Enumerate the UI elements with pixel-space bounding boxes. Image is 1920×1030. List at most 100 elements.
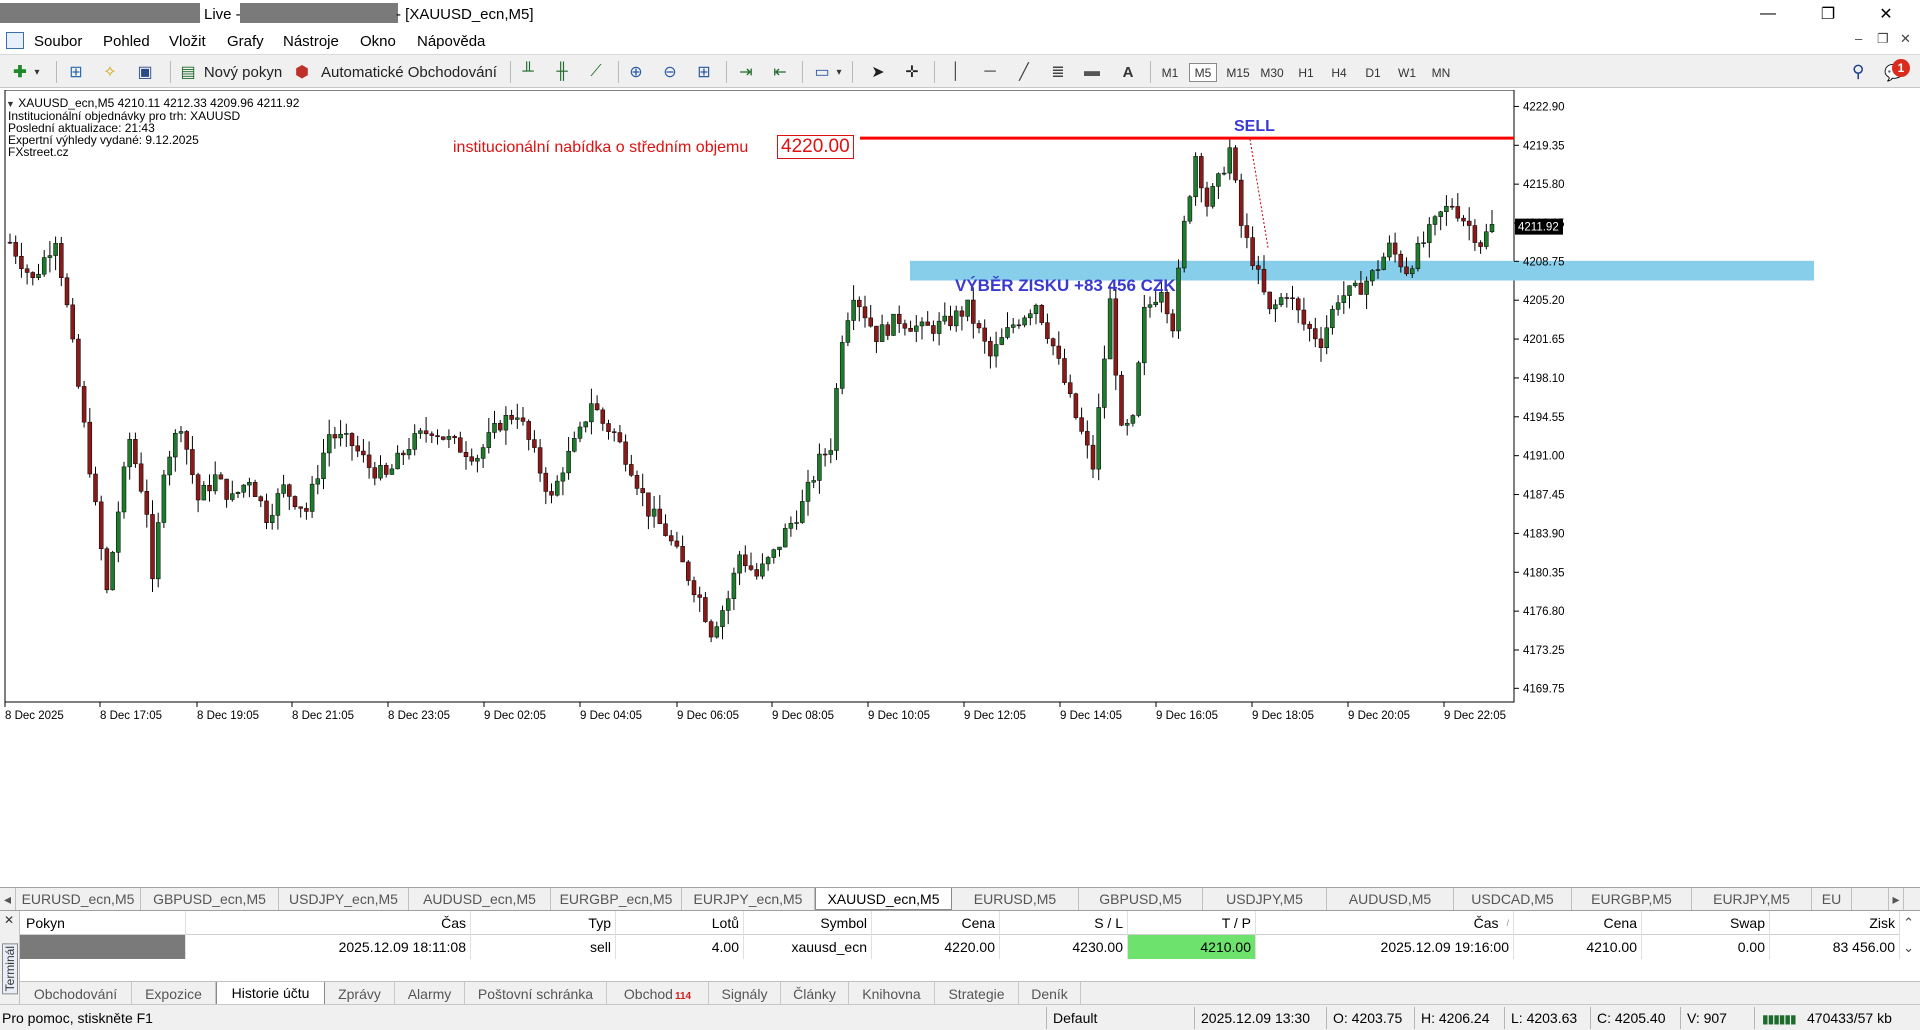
auto-trading-icon[interactable]: ⬢ bbox=[292, 62, 312, 82]
col-close-time[interactable]: Čas / bbox=[1256, 911, 1514, 935]
terminal-tab-10[interactable]: Strategie bbox=[935, 982, 1019, 1005]
zoom-out-icon[interactable]: ⊖ bbox=[660, 62, 680, 82]
offer-price-box[interactable]: 4220.00 bbox=[777, 135, 854, 159]
chart-tab-usdjpy-m5[interactable]: USDJPY,M5 bbox=[1203, 888, 1327, 910]
col-close-price[interactable]: Cena bbox=[1514, 911, 1642, 935]
chart-tab-eurgbp-ecn-m5[interactable]: EURGBP_ecn,M5 bbox=[551, 888, 682, 910]
terminal-tab-11[interactable]: Deník bbox=[1019, 982, 1081, 1005]
menu-vlozit[interactable]: Vložit bbox=[169, 33, 206, 50]
col-tp[interactable]: T / P bbox=[1128, 911, 1256, 935]
crosshair-icon[interactable]: ✛ bbox=[902, 62, 922, 82]
bar-chart-icon[interactable]: ╨ bbox=[518, 62, 538, 82]
chart-tab-audusd-m5[interactable]: AUDUSD,M5 bbox=[1327, 888, 1454, 910]
dropdown-arrow-icon[interactable]: ▾ bbox=[32, 62, 42, 82]
terminal-tab-7[interactable]: Signály bbox=[709, 982, 781, 1005]
timeframe-h4[interactable]: H4 bbox=[1325, 63, 1353, 82]
chart-close-button[interactable]: ✕ bbox=[1900, 31, 1911, 47]
navigator-icon[interactable]: ▣ bbox=[135, 62, 155, 82]
chart-tab-eurjpy-ecn-m5[interactable]: EURJPY_ecn,M5 bbox=[682, 888, 815, 910]
text-tool-icon[interactable]: A bbox=[1118, 60, 1138, 84]
window-maximize-button[interactable]: ❐ bbox=[1805, 0, 1851, 28]
menu-pohled[interactable]: Pohled bbox=[103, 33, 150, 50]
timeframe-m1[interactable]: M1 bbox=[1156, 63, 1184, 82]
chart-tab-usdcad-m5[interactable]: USDCAD,M5 bbox=[1454, 888, 1572, 910]
terminal-tab-3[interactable]: Zprávy bbox=[325, 982, 395, 1005]
chart-tab-eurusd-ecn-m5[interactable]: EURUSD_ecn,M5 bbox=[16, 888, 141, 910]
timeframe-mn[interactable]: MN bbox=[1426, 63, 1456, 82]
search-icon[interactable]: ⚲ bbox=[1852, 62, 1864, 82]
chart-tab-gbpusd-m5[interactable]: GBPUSD,M5 bbox=[1079, 888, 1203, 910]
col-symbol[interactable]: Symbol bbox=[744, 911, 872, 935]
rectangle-icon[interactable]: ▬ bbox=[1082, 62, 1102, 82]
menu-nastroje[interactable]: Nástroje bbox=[283, 33, 339, 50]
chart-tab-eu[interactable]: EU bbox=[1812, 888, 1852, 910]
col-swap[interactable]: Swap bbox=[1642, 911, 1770, 935]
favorites-star-icon[interactable]: ✧ bbox=[100, 62, 120, 82]
timeframe-m5[interactable]: M5 bbox=[1189, 63, 1217, 82]
col-pokyn[interactable]: Pokyn bbox=[20, 911, 186, 935]
chart-shift-icon[interactable]: ⇤ bbox=[770, 62, 790, 82]
chart-minimize-button[interactable]: – bbox=[1855, 31, 1862, 46]
col-cas[interactable]: Čas bbox=[186, 911, 471, 935]
terminal-tab-1[interactable]: Expozice bbox=[132, 982, 216, 1005]
cursor-icon[interactable]: ➤ bbox=[868, 62, 888, 82]
auto-scroll-icon[interactable]: ⇥ bbox=[736, 62, 756, 82]
terminal-tab-2[interactable]: Historie účtu bbox=[216, 982, 325, 1005]
chart-window[interactable]: 4222.904219.354215.804212.254208.754205.… bbox=[0, 90, 1920, 887]
chart-tab-gbpusd-ecn-m5[interactable]: GBPUSD_ecn,M5 bbox=[141, 888, 279, 910]
new-order-button[interactable]: Nový pokyn bbox=[202, 60, 284, 84]
terminal-tab-4[interactable]: Alarmy bbox=[395, 982, 465, 1005]
col-sl[interactable]: S / L bbox=[1000, 911, 1128, 935]
col-cena[interactable]: Cena bbox=[872, 911, 1000, 935]
window-close-button[interactable]: ✕ bbox=[1863, 0, 1909, 28]
price-chart[interactable]: 4222.904219.354215.804212.254208.754205.… bbox=[0, 90, 1920, 887]
terminal-tab-8[interactable]: Články bbox=[781, 982, 849, 1005]
terminal-close-icon[interactable]: ✕ bbox=[4, 913, 14, 927]
zoom-in-icon[interactable]: ⊕ bbox=[626, 62, 646, 82]
chart-tab-eurusd-m5[interactable]: EURUSD,M5 bbox=[952, 888, 1079, 910]
table-row[interactable]: 2025.12.09 18:11:08 sell 4.00 xauusd_ecn… bbox=[20, 935, 1900, 959]
menu-napoveda[interactable]: Nápověda bbox=[417, 33, 485, 50]
channel-icon[interactable]: ≣ bbox=[1048, 62, 1068, 82]
auto-trading-button[interactable]: Automatické Obchodování bbox=[316, 60, 502, 84]
new-order-icon[interactable]: ▤ bbox=[178, 62, 198, 82]
timeframe-d1[interactable]: D1 bbox=[1359, 63, 1387, 82]
chart-tab-xauusd-ecn-m5[interactable]: XAUUSD_ecn,M5 bbox=[815, 888, 952, 910]
menu-okno[interactable]: Okno bbox=[360, 33, 396, 50]
terminal-tab-5[interactable]: Poštovní schránka bbox=[465, 982, 607, 1005]
terminal-tab-0[interactable]: Obchodování bbox=[20, 982, 132, 1005]
trendline-icon[interactable]: ╱ bbox=[1014, 62, 1034, 82]
terminal-tab-9[interactable]: Knihovna bbox=[849, 982, 935, 1005]
col-typ[interactable]: Typ bbox=[471, 911, 616, 935]
candlestick-icon[interactable]: ╫ bbox=[552, 62, 572, 82]
timeframe-w1[interactable]: W1 bbox=[1393, 63, 1421, 82]
chart-tab-usdjpy-ecn-m5[interactable]: USDJPY_ecn,M5 bbox=[279, 888, 409, 910]
horizontal-line-icon[interactable]: ─ bbox=[980, 62, 1000, 82]
chart-tab-eurgbp-m5[interactable]: EURGBP,M5 bbox=[1572, 888, 1692, 910]
notifications-icon[interactable]: 💬 1 bbox=[1884, 59, 1910, 83]
app-icon[interactable] bbox=[6, 32, 24, 49]
tile-windows-icon[interactable]: ⊞ bbox=[694, 62, 714, 82]
new-chart-icon[interactable]: ✚ bbox=[10, 62, 30, 82]
chart-tab-eurjpy-m5[interactable]: EURJPY,M5 bbox=[1692, 888, 1812, 910]
indicators-dropdown-icon[interactable]: ▾ bbox=[834, 62, 844, 82]
tab-scroll-left-icon[interactable]: ◂ bbox=[0, 888, 16, 910]
chart-restore-button[interactable]: ❐ bbox=[1877, 31, 1889, 47]
terminal-tab-6[interactable]: Obchod 114 bbox=[607, 982, 709, 1005]
vertical-line-icon[interactable]: │ bbox=[946, 62, 966, 82]
timeframe-h1[interactable]: H1 bbox=[1292, 63, 1320, 82]
status-profile[interactable]: Default bbox=[1053, 1010, 1097, 1026]
menu-soubor[interactable]: Soubor bbox=[34, 33, 82, 50]
scroll-down-icon[interactable]: ⌄ bbox=[1903, 940, 1914, 956]
indicators-icon[interactable]: ▭ bbox=[812, 62, 832, 82]
timeframe-m15[interactable]: M15 bbox=[1222, 63, 1254, 82]
window-minimize-button[interactable]: — bbox=[1745, 0, 1791, 28]
chart-tab-audusd-ecn-m5[interactable]: AUDUSD_ecn,M5 bbox=[409, 888, 551, 910]
terminal-label[interactable]: Terminál bbox=[2, 943, 18, 995]
col-lotu[interactable]: Lotů bbox=[616, 911, 744, 935]
market-watch-icon[interactable]: ⊞ bbox=[66, 62, 86, 82]
scroll-up-icon[interactable]: ⌃ bbox=[1903, 915, 1914, 931]
col-zisk[interactable]: Zisk bbox=[1770, 911, 1900, 935]
tab-scroll-right-icon[interactable]: ▸ bbox=[1888, 888, 1904, 910]
line-chart-icon[interactable]: ⟋ bbox=[586, 62, 606, 82]
